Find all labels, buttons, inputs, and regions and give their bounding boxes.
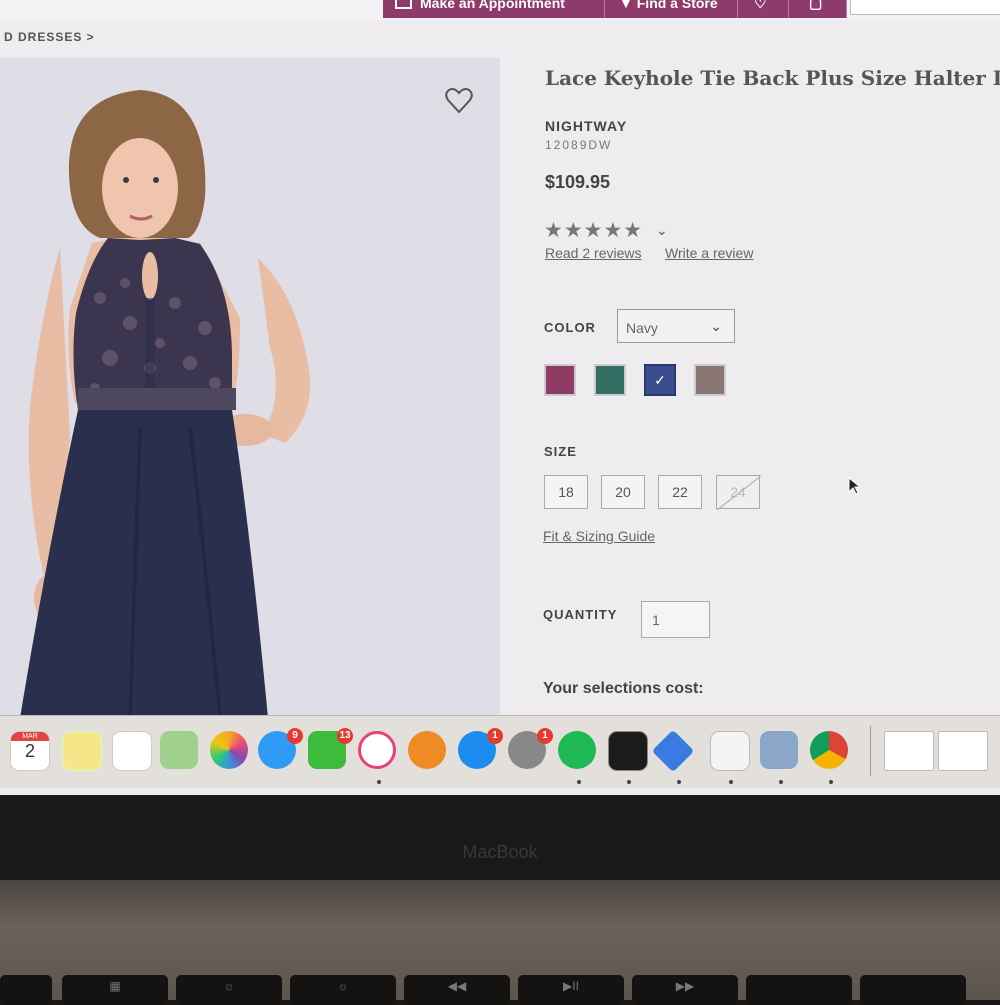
rewind-key: ◀◀: [404, 975, 510, 1005]
size-option-20[interactable]: 20: [601, 475, 645, 509]
color-swatch-navy[interactable]: ✓: [644, 364, 676, 396]
textedit-app-icon[interactable]: [710, 731, 750, 771]
product-sku: 12089DW: [545, 138, 613, 152]
brightness-up-key: ☼: [290, 975, 396, 1005]
mission-control-key: ▦: [62, 975, 168, 1005]
selections-cost-label: Your selections cost:: [543, 680, 704, 697]
search-box[interactable]: [850, 0, 1000, 15]
browser-screen: Make an Appointment ▼ Find a Store ♡ ▢ D…: [0, 0, 1000, 795]
notes-app-icon[interactable]: [62, 731, 102, 771]
brightness-down-key: ☼: [176, 975, 282, 1005]
messages-badge: 9: [287, 728, 303, 744]
product-price: $109.95: [545, 172, 611, 192]
color-swatch-teal[interactable]: [594, 364, 626, 396]
product-title: Lace Keyhole Tie Back Plus Size Halter D…: [545, 66, 1000, 90]
macos-dock: MAR 2 9 13 1 1: [0, 715, 1000, 788]
running-indicator: [779, 780, 783, 784]
color-swatch-berry[interactable]: [544, 364, 576, 396]
color-label: COLOR: [544, 320, 596, 335]
color-select-value: Navy: [626, 320, 658, 336]
bluetooth-app-icon[interactable]: [651, 729, 695, 773]
color-swatch-taupe[interactable]: [694, 364, 726, 396]
size-label: SIZE: [544, 444, 577, 459]
chevron-down-icon[interactable]: ⌄: [656, 222, 668, 239]
quantity-input[interactable]: 1: [641, 601, 710, 638]
minimized-window-thumbnail[interactable]: [938, 731, 988, 771]
running-indicator: [829, 780, 833, 784]
wishlist-button[interactable]: ♡: [738, 0, 789, 18]
reminders-app-icon[interactable]: [112, 731, 152, 771]
preview-app-icon[interactable]: [760, 731, 798, 769]
quantity-label: QUANTITY: [543, 607, 618, 622]
size-option-18[interactable]: 18: [544, 475, 588, 509]
strikethrough-icon: [717, 476, 761, 510]
maps-app-icon[interactable]: [160, 731, 198, 769]
check-icon: ✓: [654, 372, 666, 388]
running-indicator: [729, 780, 733, 784]
itunes-app-icon[interactable]: [358, 731, 396, 769]
make-appointment-button[interactable]: Make an Appointment: [383, 0, 605, 18]
running-indicator: [577, 780, 581, 784]
product-image: [0, 58, 500, 718]
find-store-button[interactable]: ▼ Find a Store: [605, 0, 738, 18]
spotify-app-icon[interactable]: [558, 731, 596, 769]
minimized-window-thumbnail[interactable]: [884, 731, 934, 771]
running-indicator: [377, 780, 381, 784]
site-header: Make an Appointment ▼ Find a Store ♡ ▢: [0, 0, 1000, 20]
read-reviews-link[interactable]: Read 2 reviews: [545, 245, 642, 261]
mute-key: [746, 975, 852, 1005]
ibooks-app-icon[interactable]: [408, 731, 446, 769]
calendar-icon: [395, 0, 412, 9]
running-indicator: [677, 780, 681, 784]
mouse-cursor-icon: [848, 477, 862, 495]
calendar-app-icon[interactable]: MAR 2: [10, 731, 50, 771]
cart-button[interactable]: ▢: [789, 0, 847, 18]
escape-key: [0, 975, 52, 1005]
favorite-heart-icon[interactable]: [444, 86, 474, 116]
photos-app-icon[interactable]: [210, 731, 248, 769]
fit-sizing-guide-link[interactable]: Fit & Sizing Guide: [543, 528, 655, 544]
laptop-brand-label: MacBook: [462, 842, 538, 862]
color-select[interactable]: Navy ⌄: [617, 309, 735, 343]
heart-icon: ♡: [754, 0, 767, 11]
bag-icon: ▢: [809, 0, 823, 11]
chevron-down-icon: ⌄: [710, 318, 722, 334]
app-store-badge: 1: [487, 728, 503, 744]
chrome-app-icon[interactable]: [810, 731, 848, 769]
size-option-24-unavailable: 24: [716, 475, 761, 510]
product-brand[interactable]: NIGHTWAY: [545, 118, 627, 134]
running-indicator: [627, 780, 631, 784]
fast-forward-key: ▶▶: [632, 975, 738, 1005]
breadcrumb[interactable]: D DRESSES >: [4, 30, 95, 44]
system-preferences-badge: 1: [537, 728, 553, 744]
model-in-dress-image: [20, 90, 311, 718]
volume-key: [860, 975, 966, 1005]
dock-divider: [870, 726, 871, 776]
write-review-link[interactable]: Write a review: [665, 245, 753, 261]
facetime-badge: 13: [337, 728, 353, 744]
play-pause-key: ▶II: [518, 975, 624, 1005]
activity-monitor-icon[interactable]: [608, 731, 648, 771]
location-pin-icon: ▼: [619, 0, 633, 11]
size-option-22[interactable]: 22: [658, 475, 702, 509]
rating-stars[interactable]: ★★★★★: [544, 218, 643, 243]
